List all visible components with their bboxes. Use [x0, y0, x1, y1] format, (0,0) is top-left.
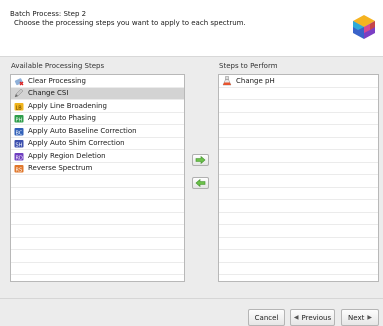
cancel-label: Cancel [254, 313, 279, 322]
baseline-icon: BC [14, 127, 24, 136]
perform-steps-label: Steps to Perform [219, 62, 278, 70]
list-item-label: Change CSI [28, 89, 69, 98]
svg-text:LB: LB [16, 105, 23, 111]
list-item[interactable]: LB Apply Line Broadening [11, 100, 184, 113]
list-item[interactable]: SH Apply Auto Shim Correction [11, 138, 184, 150]
empty-row [219, 163, 378, 175]
empty-row [219, 213, 378, 225]
empty-row [219, 225, 378, 238]
empty-row [11, 238, 184, 250]
empty-row [219, 100, 378, 113]
shim-icon: SH [14, 140, 24, 149]
arrow-left-icon [195, 179, 206, 187]
cube-logo-icon [353, 15, 375, 39]
pencil-icon [14, 88, 24, 98]
list-item[interactable]: BC Apply Auto Baseline Correction [11, 125, 184, 138]
list-item-label: Apply Auto Baseline Correction [28, 126, 137, 135]
empty-row [11, 213, 184, 225]
list-item[interactable]: RS Reverse Spectrum [11, 163, 184, 175]
add-step-button[interactable] [192, 154, 209, 166]
empty-row [11, 175, 184, 188]
empty-row [219, 138, 378, 150]
empty-row [219, 250, 378, 263]
cancel-button[interactable]: Cancel [248, 309, 285, 326]
empty-row [219, 275, 378, 281]
reverse-icon: RS [14, 165, 24, 174]
previous-button[interactable]: ◀ Previous [290, 309, 335, 326]
list-item-label: Apply Region Deletion [28, 151, 106, 160]
perform-steps-list[interactable]: Change pH [218, 74, 379, 282]
wizard-subtitle: Choose the processing steps you want to … [14, 19, 246, 27]
chevron-left-icon: ◀ [293, 314, 299, 321]
next-label: Next [348, 313, 365, 322]
wizard-header: Batch Process: Step 2 Choose the process… [0, 0, 383, 57]
empty-row [219, 125, 378, 138]
broadening-icon: LB [14, 102, 24, 111]
list-item-label: Apply Line Broadening [28, 101, 107, 110]
empty-row [11, 200, 184, 213]
list-item[interactable]: Change CSI [11, 87, 184, 100]
footer-divider [0, 298, 383, 299]
list-item-label: Change pH [236, 76, 275, 85]
previous-label: Previous [301, 313, 332, 322]
available-steps-label: Available Processing Steps [11, 62, 105, 70]
next-button[interactable]: Next ▶ [341, 309, 379, 326]
list-item[interactable]: Change pH [219, 75, 378, 88]
empty-row [219, 200, 378, 213]
empty-row [219, 263, 378, 275]
list-item-label: Reverse Spectrum [28, 164, 93, 173]
svg-text:SH: SH [16, 143, 23, 149]
arrow-right-icon [195, 156, 206, 164]
empty-row [219, 188, 378, 200]
empty-row [11, 250, 184, 263]
empty-row [219, 175, 378, 188]
region-icon: RD [14, 152, 24, 161]
empty-row [11, 188, 184, 200]
flask-icon [222, 76, 232, 85]
empty-row [11, 225, 184, 238]
remove-step-button[interactable] [192, 177, 209, 189]
available-steps-list[interactable]: Clear Processing Change CSI LB Apply Lin… [10, 74, 185, 282]
chevron-right-icon: ▶ [367, 314, 372, 321]
empty-row [219, 88, 378, 100]
empty-row [219, 113, 378, 125]
list-item-label: Clear Processing [28, 76, 86, 85]
svg-text:RS: RS [16, 168, 23, 174]
list-item[interactable]: RD Apply Region Deletion [11, 150, 184, 163]
svg-text:RD: RD [16, 155, 23, 161]
empty-row [219, 150, 378, 163]
empty-row [11, 263, 184, 275]
empty-row [219, 238, 378, 250]
phasing-icon: PH [14, 115, 24, 124]
list-item[interactable]: PH Apply Auto Phasing [11, 113, 184, 125]
wizard-title: Batch Process: Step 2 [10, 10, 87, 18]
list-item[interactable]: Clear Processing [11, 75, 184, 88]
svg-text:PH: PH [16, 118, 23, 124]
eraser-icon [14, 77, 24, 86]
list-item-label: Apply Auto Shim Correction [28, 139, 125, 148]
list-item-label: Apply Auto Phasing [28, 114, 96, 123]
svg-text:BC: BC [16, 130, 23, 136]
